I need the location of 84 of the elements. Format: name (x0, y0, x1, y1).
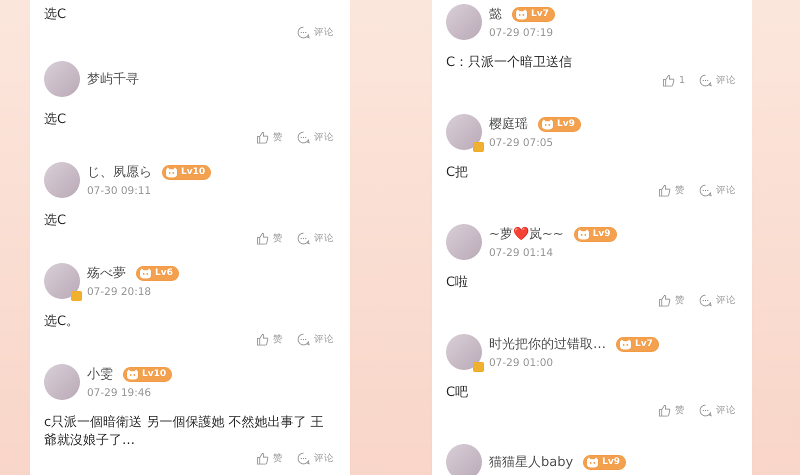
like-count[interactable]: 赞 (675, 404, 685, 417)
comment-date: 07-29 07:05 (489, 137, 554, 149)
avatar-placeholder[interactable] (446, 224, 482, 260)
cat-face-icon (541, 118, 554, 130)
cat-face-icon (139, 268, 152, 278)
comment-link[interactable]: 评论 (314, 26, 334, 39)
comment-date: 07-29 19:46 (87, 387, 152, 399)
comment-text: C把 (446, 164, 470, 182)
comment-date: 07-29 01:14 (489, 247, 554, 259)
username[interactable]: 懿 (489, 5, 502, 23)
username[interactable]: 小雯 (87, 365, 113, 383)
username[interactable]: 时光把你的过错取… (489, 335, 606, 353)
comment-link[interactable]: 评论 (314, 232, 334, 245)
comment-link[interactable]: 评论 (716, 74, 736, 87)
level-badge: Lv7 (512, 6, 555, 22)
avatar-placeholder[interactable] (44, 61, 80, 97)
like-count[interactable]: 赞 (273, 131, 283, 144)
avatar-placeholder[interactable] (446, 334, 482, 370)
avatar-placeholder[interactable] (446, 444, 482, 475)
comment-link[interactable]: 评论 (716, 404, 736, 417)
thumbs-up-icon[interactable] (256, 232, 269, 245)
comment-bubble-icon[interactable] (297, 131, 310, 144)
thumbs-up-icon[interactable] (662, 74, 675, 87)
username[interactable]: 猫猫星人baby (489, 453, 574, 471)
comment-date: 07-30 09:11 (87, 185, 152, 197)
comment-bubble-icon[interactable] (297, 26, 310, 39)
thumbs-up-icon[interactable] (256, 131, 269, 144)
avatar-placeholder[interactable] (44, 162, 80, 198)
like-count[interactable]: 1 (678, 75, 685, 86)
thumbs-up-icon[interactable] (256, 452, 269, 465)
comment-bubble-icon[interactable] (297, 452, 310, 465)
comment-link[interactable]: 评论 (314, 333, 334, 346)
username[interactable]: 梦屿千寻 (87, 70, 139, 88)
comment-bubble-icon[interactable] (699, 74, 712, 87)
level-badge: Lv9 (574, 226, 617, 242)
thumbs-up-icon[interactable] (658, 404, 671, 417)
cat-face-icon (515, 8, 528, 20)
thumbs-up-icon[interactable] (658, 294, 671, 307)
level-badge: Lv7 (616, 336, 659, 352)
like-count[interactable]: 赞 (273, 232, 283, 245)
username[interactable]: ~萝❤岚~~ (489, 225, 564, 243)
cat-face-icon (586, 456, 600, 468)
comment-link[interactable]: 评论 (716, 294, 736, 307)
comment-date: 07-29 07:19 (489, 27, 554, 39)
comment-date: 07-29 20:18 (87, 286, 152, 298)
like-count[interactable]: 赞 (273, 452, 283, 465)
avatar-placeholder[interactable] (446, 4, 482, 40)
comment-link[interactable]: 评论 (716, 184, 736, 197)
avatar-placeholder[interactable] (44, 263, 80, 299)
comment-text: 选C (44, 6, 68, 24)
comment-text: 选C (44, 111, 68, 129)
level-badge: Lv6 (136, 266, 179, 280)
comment-bubble-icon[interactable] (699, 184, 712, 197)
comment-date: 07-29 01:00 (489, 357, 554, 369)
comment-text: 选C (44, 212, 68, 230)
comment-bubble-icon[interactable] (699, 404, 712, 417)
comment-text: C吧 (446, 384, 470, 402)
cat-face-icon (126, 368, 139, 380)
level-badge: Lv9 (583, 454, 626, 470)
level-badge: Lv10 (162, 164, 212, 180)
comment-text: C啦 (446, 274, 470, 292)
comment-text: c只派一個暗衛送 另一個保護她 不然她出事了 王爺就沒娘子了… (44, 414, 325, 450)
avatar-placeholder[interactable] (446, 114, 482, 150)
cat-face-icon (165, 166, 178, 178)
cat-face-icon (576, 228, 590, 240)
comment-text: C：只派一个暗卫送信 (446, 54, 574, 72)
comment-link[interactable]: 评论 (314, 131, 334, 144)
comment-bubble-icon[interactable] (297, 333, 310, 346)
comment-link[interactable]: 评论 (314, 452, 334, 465)
level-badge: Lv10 (123, 366, 172, 382)
comment-text: 选C。 (44, 313, 80, 331)
like-count[interactable]: 赞 (675, 184, 685, 197)
like-count[interactable]: 赞 (273, 333, 283, 346)
comment-bubble-icon[interactable] (297, 232, 310, 245)
avatar-placeholder[interactable] (44, 364, 80, 400)
username[interactable]: 殇べ夢 (87, 264, 126, 282)
thumbs-up-icon[interactable] (256, 333, 269, 346)
thumbs-up-icon[interactable] (658, 184, 671, 197)
level-badge: Lv9 (538, 116, 581, 132)
cat-face-icon (619, 338, 632, 350)
username[interactable]: 樱庭瑶 (489, 115, 528, 133)
username[interactable]: じ、夙愿ら (87, 163, 152, 181)
like-count[interactable]: 赞 (675, 294, 685, 307)
comment-bubble-icon[interactable] (699, 294, 712, 307)
